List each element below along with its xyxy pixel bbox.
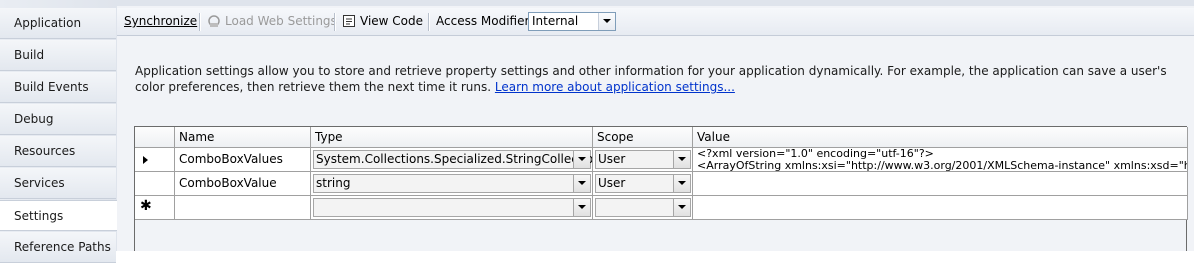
- sidebar-item-label: Build Events: [14, 80, 89, 94]
- chevron-down-icon: [678, 157, 686, 161]
- value-line: <ArrayOfString xmlns:xsi="http://www.w3.…: [697, 159, 1188, 172]
- sidebar-item-label: Settings: [14, 209, 64, 223]
- scope-select-value: User: [598, 152, 626, 166]
- type-select-value: string: [316, 176, 351, 190]
- type-dropdown-button[interactable]: [573, 151, 590, 168]
- scope-dropdown-button[interactable]: [673, 175, 690, 192]
- sidebar-item-build-events[interactable]: Build Events: [0, 72, 116, 103]
- type-select[interactable]: System.Collections.Specialized.StringCol…: [313, 150, 593, 169]
- sidebar-item-label: Resources: [14, 144, 76, 158]
- new-setting-name-cell[interactable]: [175, 196, 311, 220]
- chevron-down-icon: [578, 205, 586, 209]
- top-strip: [117, 0, 1194, 6]
- sidebar-item-resources[interactable]: Resources: [0, 136, 116, 167]
- load-web-settings-label: Load Web Settings: [225, 14, 337, 28]
- row-header-new[interactable]: ✱: [135, 196, 175, 220]
- access-modifier-value: Internal: [532, 14, 579, 28]
- access-modifier-dropdown-button[interactable]: [598, 13, 615, 30]
- chevron-down-icon: [678, 205, 686, 209]
- sidebar-item-reference-paths[interactable]: Reference Paths: [0, 232, 116, 263]
- sidebar-item-label: Application: [14, 16, 82, 30]
- type-select-value: System.Collections.Specialized.StringCol…: [316, 152, 593, 166]
- view-code-button[interactable]: View Code: [342, 8, 423, 35]
- toolbar: Synchronize Load Web Settings View Code …: [117, 8, 1194, 36]
- new-row-star-icon: ✱: [140, 198, 152, 214]
- setting-type-cell: System.Collections.Specialized.StringCol…: [311, 148, 593, 172]
- setting-type-cell: string: [311, 172, 593, 196]
- chevron-down-icon: [578, 181, 586, 185]
- sidebar-item-settings[interactable]: Settings: [0, 200, 118, 231]
- current-row-arrow-icon: [143, 156, 148, 164]
- description: Application settings allow you to store …: [135, 63, 1175, 95]
- setting-scope-cell: User: [593, 148, 693, 172]
- row-header-current[interactable]: [135, 148, 175, 172]
- header-name[interactable]: Name: [175, 127, 311, 148]
- setting-value-cell[interactable]: <?xml version="1.0" encoding="utf-16"?> …: [693, 148, 1188, 172]
- access-modifier-label: Access Modifier:: [436, 14, 534, 28]
- toolbar-separator: [334, 13, 336, 31]
- header-value[interactable]: Value: [693, 127, 1188, 148]
- type-select[interactable]: string: [313, 174, 591, 193]
- type-select[interactable]: [313, 198, 591, 217]
- new-setting-value-cell[interactable]: [693, 196, 1188, 220]
- view-code-icon: [343, 15, 355, 27]
- toolbar-separator: [199, 13, 201, 31]
- scope-select[interactable]: User: [595, 174, 691, 193]
- learn-more-link[interactable]: Learn more about application settings...: [495, 80, 735, 94]
- type-dropdown-button[interactable]: [573, 175, 590, 192]
- sidebar-item-application[interactable]: Application: [0, 8, 116, 39]
- header-scope[interactable]: Scope: [593, 127, 693, 148]
- type-dropdown-button[interactable]: [573, 199, 590, 216]
- grid-corner: [135, 127, 175, 148]
- chevron-down-icon: [578, 157, 586, 161]
- synchronize-button[interactable]: Synchronize: [124, 8, 197, 35]
- settings-grid: Name Type Scope Value ComboBoxValues Sys…: [134, 126, 1188, 251]
- setting-name-cell[interactable]: ComboBoxValue: [175, 172, 311, 196]
- scope-select[interactable]: [595, 198, 691, 217]
- sidebar-item-debug[interactable]: Debug: [0, 104, 116, 135]
- scope-select[interactable]: User: [595, 150, 691, 169]
- new-setting-type-cell: [311, 196, 593, 220]
- sidebar-item-services[interactable]: Services: [0, 168, 116, 199]
- sidebar-item-build[interactable]: Build: [0, 40, 116, 71]
- scope-dropdown-button[interactable]: [673, 151, 690, 168]
- setting-name-cell[interactable]: ComboBoxValues: [175, 148, 311, 172]
- web-settings-icon: [208, 15, 220, 27]
- scope-select-value: User: [598, 176, 626, 190]
- settings-panel: Synchronize Load Web Settings View Code …: [117, 0, 1194, 251]
- load-web-settings-button[interactable]: Load Web Settings: [207, 8, 337, 35]
- scope-dropdown-button[interactable]: [673, 199, 690, 216]
- sidebar-item-label: Services: [14, 176, 65, 190]
- sidebar-item-label: Debug: [14, 112, 54, 126]
- setting-scope-cell: User: [593, 172, 693, 196]
- access-modifier-select[interactable]: Internal: [528, 12, 616, 31]
- sidebar-item-label: Build: [14, 48, 45, 62]
- content-area: Application settings allow you to store …: [117, 36, 1194, 251]
- header-type[interactable]: Type: [311, 127, 593, 148]
- chevron-down-icon: [678, 181, 686, 185]
- new-setting-scope-cell: [593, 196, 693, 220]
- sidebar-item-label: Reference Paths: [14, 240, 111, 254]
- view-code-label: View Code: [360, 14, 424, 28]
- chevron-down-icon: [603, 19, 611, 23]
- sidebar: Application Build Build Events Debug Res…: [0, 0, 118, 263]
- setting-value-cell[interactable]: [693, 172, 1188, 196]
- toolbar-separator: [428, 13, 430, 31]
- row-header[interactable]: [135, 172, 175, 196]
